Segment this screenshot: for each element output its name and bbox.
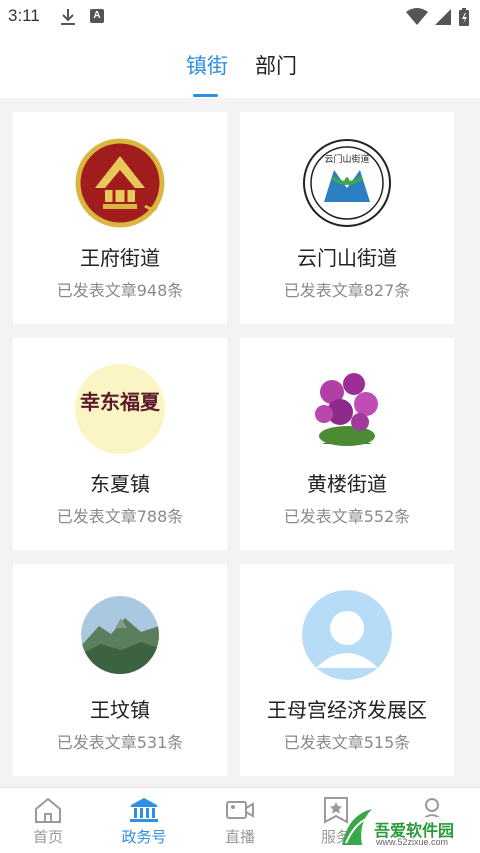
card-title: 云门山街道: [297, 246, 397, 270]
nav-live[interactable]: 直播: [192, 788, 288, 853]
signal-icon: [435, 9, 451, 25]
watermark-logo-icon: [342, 809, 372, 845]
org-card-yunmenshan[interactable]: 云门山街道 云门山街道 已发表文章827条: [240, 112, 454, 324]
wangfen-mountain-image: [81, 596, 159, 674]
dongxia-logo: 幸东福夏: [75, 364, 165, 454]
notification-app-icon: A: [90, 9, 104, 23]
article-count: 已发表文章531条: [56, 733, 184, 752]
status-time: 3:11: [8, 6, 40, 25]
card-title: 王母宫经济发展区: [267, 698, 427, 722]
nav-live-label: 直播: [224, 828, 255, 846]
nav-home-label: 首页: [32, 828, 63, 846]
org-card-dongxia[interactable]: 幸东福夏 东夏镇 已发表文章788条: [13, 338, 227, 550]
tab-active-indicator: [193, 94, 218, 97]
org-card-wangmugong[interactable]: 王母宫经济发展区 已发表文章515条: [240, 564, 454, 776]
tab-departments[interactable]: 部门: [255, 50, 297, 80]
huanglou-flower-image: [302, 364, 392, 454]
status-indicators: [406, 7, 470, 27]
article-count: 已发表文章948条: [56, 281, 184, 300]
wangfu-logo: [75, 138, 165, 228]
download-icon: [58, 7, 78, 31]
default-avatar-icon: [302, 590, 392, 680]
watermark-url: www.52zixue.com: [376, 837, 449, 847]
org-card-wangfen[interactable]: 王坟镇 已发表文章531条: [13, 564, 227, 776]
home-icon: [35, 797, 61, 823]
tab-bar: 镇街 部门: [0, 34, 480, 98]
org-card-huanglou[interactable]: 黄楼街道 已发表文章552条: [240, 338, 454, 550]
dongxia-logo-text: 幸东福夏: [80, 390, 161, 414]
card-title: 王府街道: [80, 246, 160, 270]
nav-government-label: 政务号: [121, 828, 167, 846]
tab-towns[interactable]: 镇街: [186, 50, 228, 80]
org-card-wangfu[interactable]: 王府街道 已发表文章948条: [13, 112, 227, 324]
article-count: 已发表文章552条: [283, 507, 411, 526]
battery-icon: [459, 8, 469, 26]
article-count: 已发表文章515条: [283, 733, 411, 752]
nav-government[interactable]: 政务号: [96, 788, 192, 853]
government-building-icon: [130, 798, 158, 822]
card-title: 东夏镇: [90, 472, 150, 496]
video-camera-icon: [226, 801, 254, 819]
card-title: 黄楼街道: [307, 472, 387, 496]
nav-home[interactable]: 首页: [0, 788, 96, 853]
article-count: 已发表文章827条: [283, 281, 411, 300]
wifi-icon: [406, 8, 428, 25]
yunmenshan-logo-text: 云门山街道: [324, 153, 369, 165]
yunmenshan-logo: 云门山街道: [302, 138, 392, 228]
watermark: 吾爱软件园 www.52zixue.com: [336, 797, 476, 853]
article-count: 已发表文章788条: [56, 507, 184, 526]
status-bar: 3:11 A: [0, 0, 480, 34]
card-title: 王坟镇: [90, 698, 150, 722]
